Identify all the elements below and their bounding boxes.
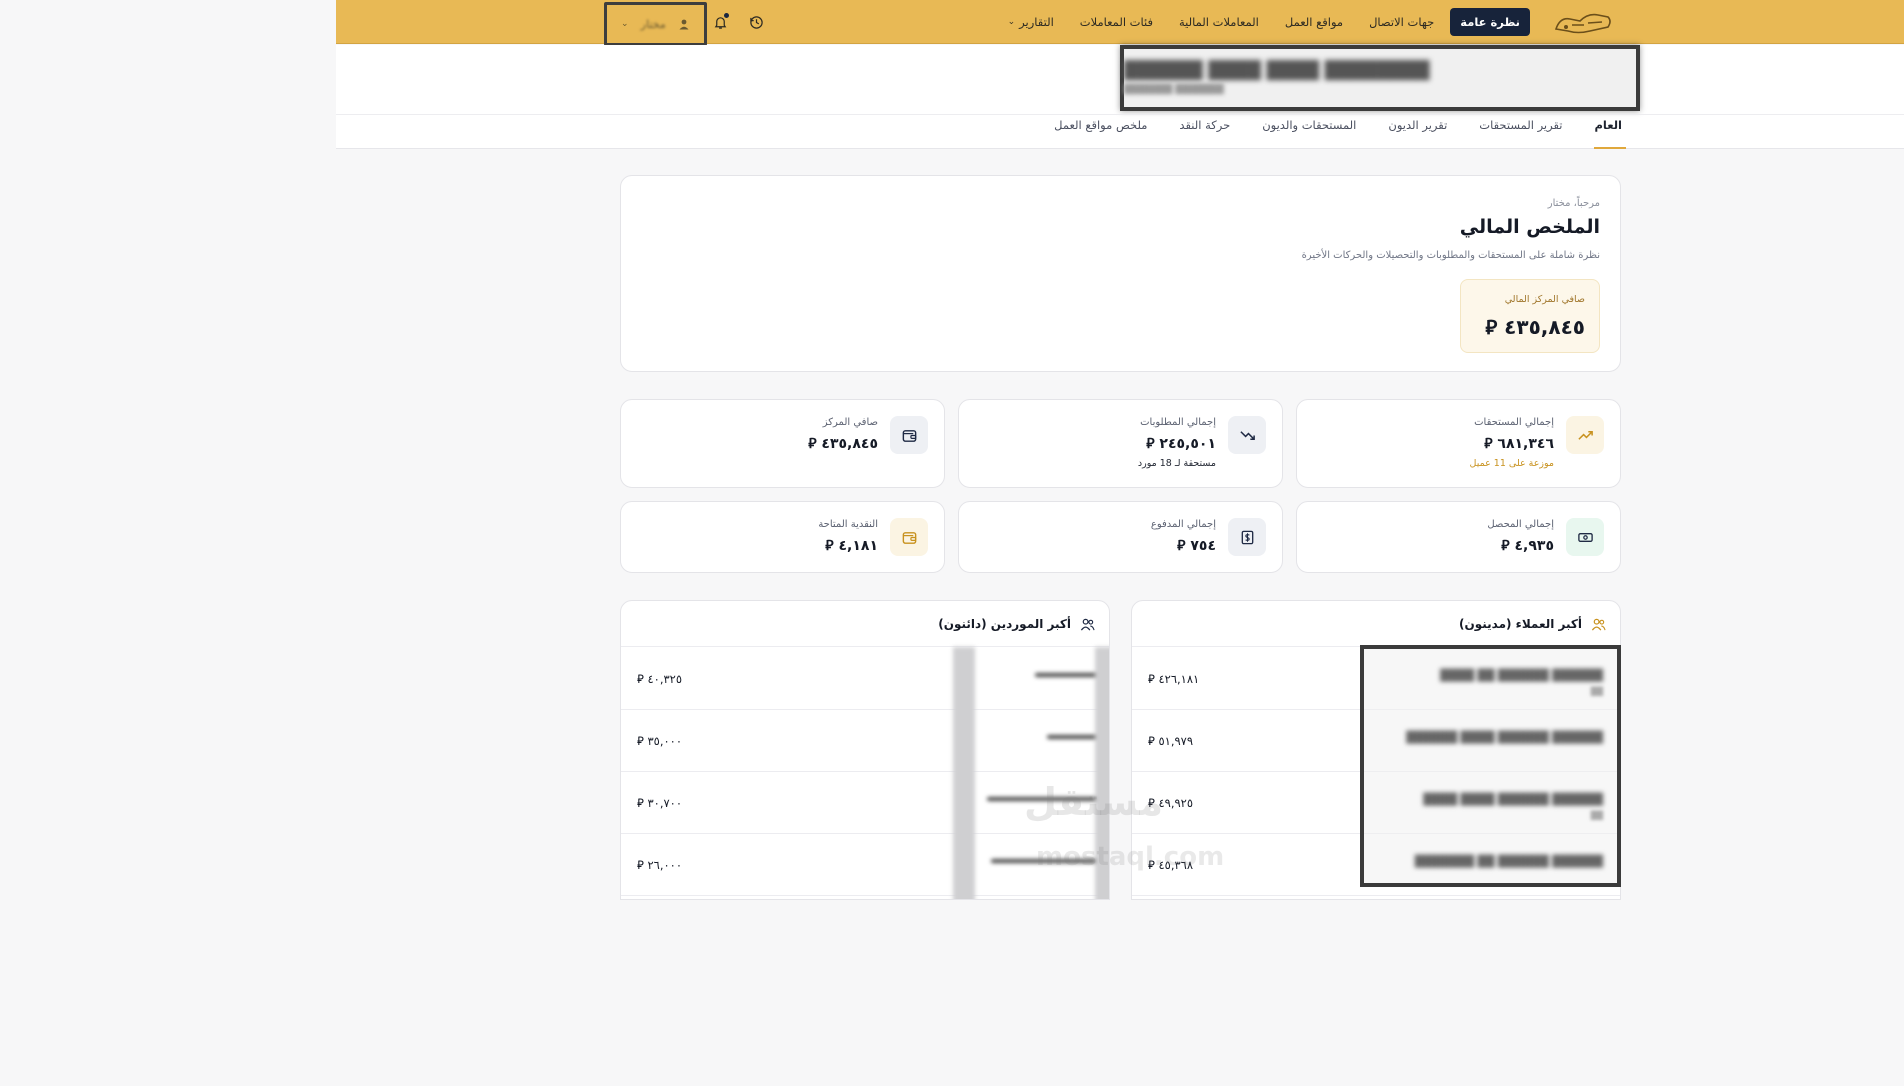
report-subtitle: ███████ ███████: [1124, 85, 1224, 95]
table-row[interactable]: ٢٦,٠٠٠ ⃁: [621, 834, 1109, 896]
table-title: أكبر العملاء (مدينون): [1459, 617, 1582, 631]
table-header: أكبر العملاء (مدينون): [1132, 601, 1620, 647]
stat-value: ٤٣٥,٨٤٥ ⃁: [808, 436, 878, 452]
users-icon: [1591, 618, 1606, 631]
top-suppliers-card: أكبر الموردين (دائنون) ٤٠,٣٢٥ ⃁ ٣٥,٠٠٠ ⃁…: [620, 600, 1110, 900]
table-title: أكبر الموردين (دائنون): [938, 617, 1071, 631]
redacted-name: [1035, 673, 1103, 677]
greeting-text: مرحباً، مختار: [1547, 198, 1600, 209]
users-icon: [1080, 618, 1095, 631]
nav-transactions[interactable]: المعاملات المالية: [1169, 8, 1269, 36]
row-amount: ٤٠,٣٢٥ ⃁: [637, 672, 683, 686]
customer-names-redacted: ██████ ██████ ██ ████ ██ ██████ ██████ █…: [1360, 645, 1621, 887]
nav-overview-label: نظرة عامة: [1460, 15, 1520, 29]
redacted-name: [987, 797, 1103, 801]
nav-reports-label: التقارير: [1019, 15, 1054, 29]
row-amount: ٢٦,٠٠٠ ⃁: [637, 858, 683, 872]
stat-label: إجمالي المستحقات: [1474, 417, 1554, 428]
stat-value: ٢٤٥,٥٠١ ⃁: [1146, 436, 1216, 452]
redacted-sub: ██: [1590, 811, 1603, 820]
stat-card-collected: إجمالي المحصل ٤,٩٣٥ ⃁: [1296, 501, 1621, 573]
report-title-redacted: ████████ ████ ████ ██████ ███████ ██████…: [1120, 45, 1640, 111]
nav-transactions-label: المعاملات المالية: [1178, 15, 1259, 29]
stat-value: ٦٨١,٣٤٦ ⃁: [1484, 436, 1554, 452]
row-amount: ٤٢٦,١٨١ ⃁: [1148, 672, 1200, 686]
stat-value: ٧٥٤ ⃁: [1177, 538, 1216, 554]
report-tabs: العام تقرير المستحقات تقرير الديون المست…: [1054, 115, 1626, 149]
redaction-strip: [953, 647, 975, 899]
redacted-name: [991, 859, 1103, 863]
row-amount: ٤٩,٩٢٥ ⃁: [1148, 796, 1194, 810]
user-name: مختار: [640, 17, 666, 31]
chevron-down-icon: ⌄: [1007, 17, 1016, 27]
table-row[interactable]: ٤٠,٣٢٥ ⃁: [621, 648, 1109, 710]
nav-worksites-label: مواقع العمل: [1284, 15, 1344, 29]
report-title: ████████ ████ ████ ██████: [1124, 61, 1430, 81]
table-row[interactable]: ٣٠,٧٠٠ ⃁: [621, 772, 1109, 834]
wallet-icon: [890, 416, 928, 454]
stat-value: ٤,١٨١ ⃁: [825, 538, 878, 554]
table-row[interactable]: ٣٥,٠٠٠ ⃁: [621, 710, 1109, 772]
wallet-icon: [890, 518, 928, 556]
tab-general[interactable]: العام: [1593, 115, 1626, 149]
financial-summary-card: مرحباً، مختار الملخص المالي نظرة شاملة ع…: [620, 175, 1621, 372]
nav-contacts-label: جهات الاتصال: [1369, 15, 1435, 29]
stat-label: إجمالي المدفوع: [1150, 519, 1216, 530]
nav-worksites[interactable]: مواقع العمل: [1275, 8, 1353, 36]
banknote-icon: [1566, 518, 1604, 556]
net-position-box: صافي المركز المالي ٤٣٥,٨٤٥ ⃁: [1460, 279, 1600, 353]
history-icon[interactable]: [744, 10, 768, 34]
redacted-name: ██████ ██████ ██ ████: [1440, 669, 1603, 682]
stat-label: إجمالي المطلوبات: [1140, 417, 1216, 428]
nav-transaction-categories-label: فئات المعاملات: [1079, 15, 1153, 29]
net-position-value: ٤٣٥,٨٤٥ ⃁: [1485, 315, 1585, 339]
nav-contacts[interactable]: جهات الاتصال: [1359, 8, 1444, 36]
tab-worksites-summary[interactable]: ملخص مواقع العمل: [1054, 115, 1147, 149]
stat-note: مستحقة لـ 18 مورد: [1137, 458, 1216, 469]
row-amount: ٣٠,٧٠٠ ⃁: [637, 796, 683, 810]
app-logo[interactable]: [1550, 7, 1616, 37]
stat-label: إجمالي المحصل: [1487, 519, 1554, 530]
main-nav: نظرة عامة جهات الاتصال مواقع العمل المعا…: [998, 8, 1530, 36]
summary-title: الملخص المالي: [1459, 216, 1600, 238]
tab-cash-flow[interactable]: حركة النقد: [1179, 115, 1230, 149]
redacted-name: ██████ ██████ ████ ████: [1423, 793, 1603, 806]
stat-value: ٤,٩٣٥ ⃁: [1501, 538, 1554, 554]
row-amount: ٥١,٩٧٩ ⃁: [1148, 734, 1194, 748]
trending-up-icon: [1566, 416, 1604, 454]
bell-icon[interactable]: [708, 10, 732, 34]
top-navbar: نظرة عامة جهات الاتصال مواقع العمل المعا…: [336, 0, 1904, 46]
tab-receivables-and-debts[interactable]: المستحقات والديون: [1262, 115, 1356, 149]
user-menu[interactable]: مختار ⌄: [604, 2, 707, 46]
redacted-name: ██████ ██████ ████ ██████: [1406, 731, 1603, 744]
trending-down-icon: [1228, 416, 1266, 454]
nav-overview[interactable]: نظرة عامة: [1450, 8, 1530, 36]
redacted-name: ██████ ██████ ██ ███████: [1414, 855, 1603, 868]
stat-card-cash-available: النقدية المتاحة ٤,١٨١ ⃁: [620, 501, 945, 573]
nav-reports[interactable]: التقارير ⌄: [998, 8, 1064, 36]
tab-debts-report[interactable]: تقرير الديون: [1388, 115, 1447, 149]
stat-label: صافي المركز: [822, 417, 878, 428]
stat-card-payables: إجمالي المطلوبات ٢٤٥,٥٠١ ⃁ مستحقة لـ 18 …: [958, 399, 1283, 488]
tab-receivables-report[interactable]: تقرير المستحقات: [1479, 115, 1562, 149]
row-amount: ٤٥,٣٦٨ ⃁: [1148, 858, 1194, 872]
stat-note: موزعة على 11 عميل: [1469, 458, 1554, 469]
net-position-label: صافي المركز المالي: [1504, 294, 1585, 305]
redaction-strip: [1095, 647, 1109, 899]
table-header: أكبر الموردين (دائنون): [621, 601, 1109, 647]
row-amount: ٣٥,٠٠٠ ⃁: [637, 734, 683, 748]
redacted-sub: ██: [1590, 687, 1603, 696]
stat-card-net-position: صافي المركز ٤٣٥,٨٤٥ ⃁: [620, 399, 945, 488]
stat-card-receivables: إجمالي المستحقات ٦٨١,٣٤٦ ⃁ موزعة على 11 …: [1296, 399, 1621, 488]
top-actions: [708, 10, 768, 34]
dollar-receipt-icon: [1228, 518, 1266, 556]
chevron-down-icon: ⌄: [621, 19, 629, 29]
notification-dot: [724, 13, 729, 18]
stat-card-paid: إجمالي المدفوع ٧٥٤ ⃁: [958, 501, 1283, 573]
nav-transaction-categories[interactable]: فئات المعاملات: [1070, 8, 1163, 36]
user-icon: [679, 19, 689, 30]
page-header: ████████ ████ ████ ██████ ███████ ██████…: [336, 45, 1904, 149]
summary-description: نظرة شاملة على المستحقات والمطلوبات والت…: [1301, 250, 1600, 261]
stat-label: النقدية المتاحة: [818, 519, 878, 530]
